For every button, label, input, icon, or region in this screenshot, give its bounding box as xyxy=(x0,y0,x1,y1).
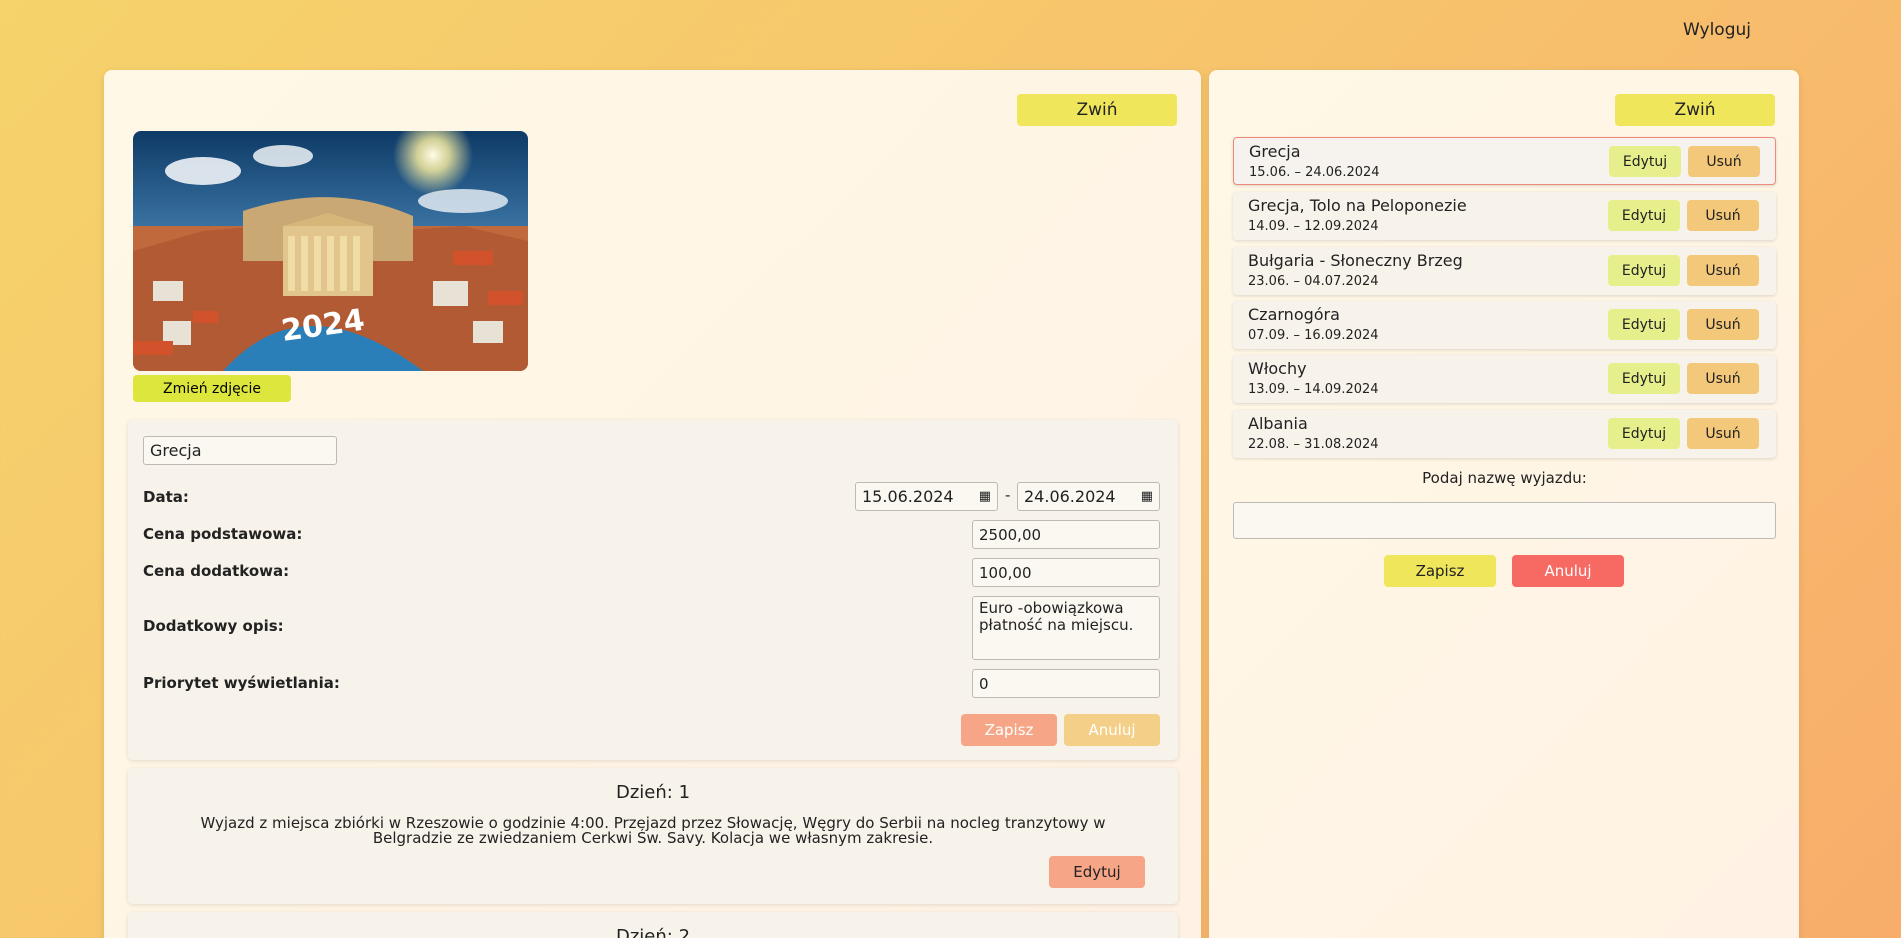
trip-list-panel: Zwiń Grecja 15.06. – 24.06.2024 Edytuj U… xyxy=(1209,70,1799,938)
delete-trip-button[interactable]: Usuń xyxy=(1687,200,1759,231)
extra-price-label: Cena dodatkowa: xyxy=(143,562,290,580)
trip-photo: 2024 xyxy=(133,131,528,371)
save-button[interactable]: Zapisz xyxy=(961,714,1057,746)
trip-name-input[interactable]: Grecja xyxy=(143,436,337,465)
date-from-input[interactable]: 15.06.2024 ▦ xyxy=(855,482,998,511)
change-photo-button[interactable]: Zmień zdjęcie xyxy=(133,375,291,402)
extra-price-input[interactable]: 100,00 xyxy=(972,558,1160,587)
cancel-new-trip-button[interactable]: Anuluj xyxy=(1512,555,1624,587)
trip-dates: 13.09. – 14.09.2024 xyxy=(1248,382,1379,397)
trip-dates: 15.06. – 24.06.2024 xyxy=(1249,165,1380,180)
date-separator: - xyxy=(1005,486,1011,504)
logout-link[interactable]: Wyloguj xyxy=(1683,20,1751,40)
delete-trip-button[interactable]: Usuń xyxy=(1687,309,1759,340)
description-textarea[interactable]: Euro -obowiązkowa płatność na miejscu. xyxy=(972,596,1160,660)
trip-list-item[interactable]: Włochy 13.09. – 14.09.2024 Edytuj Usuń xyxy=(1233,355,1776,403)
trip-dates: 14.09. – 12.09.2024 xyxy=(1248,219,1379,234)
delete-trip-button[interactable]: Usuń xyxy=(1688,146,1760,177)
date-to-input[interactable]: 24.06.2024 ▦ xyxy=(1017,482,1160,511)
collapse-button[interactable]: Zwiń xyxy=(1615,94,1775,126)
day-card: Dzień: 1 Wyjazd z miejsca zbiórki w Rzes… xyxy=(128,768,1178,904)
edit-trip-button[interactable]: Edytuj xyxy=(1608,363,1680,394)
day-title: Dzień: 2 xyxy=(615,926,691,938)
trip-dates: 07.09. – 16.09.2024 xyxy=(1248,328,1379,343)
trip-name: Włochy xyxy=(1248,359,1307,378)
trip-list-item[interactable]: Czarnogóra 07.09. – 16.09.2024 Edytuj Us… xyxy=(1233,301,1776,349)
trip-list-item[interactable]: Bułgaria - Słoneczny Brzeg 23.06. – 04.0… xyxy=(1233,247,1776,295)
description-label: Dodatkowy opis: xyxy=(143,617,284,635)
priority-input[interactable]: 0 xyxy=(972,669,1160,698)
calendar-icon[interactable]: ▦ xyxy=(979,489,991,504)
cancel-button[interactable]: Anuluj xyxy=(1064,714,1160,746)
save-new-trip-button[interactable]: Zapisz xyxy=(1384,555,1496,587)
edit-trip-button[interactable]: Edytuj xyxy=(1608,309,1680,340)
day-description: Wyjazd z miejsca zbiórki w Rzeszowie o g… xyxy=(200,814,1106,847)
trip-list-item[interactable]: Grecja 15.06. – 24.06.2024 Edytuj Usuń xyxy=(1233,137,1776,185)
collapse-button[interactable]: Zwiń xyxy=(1017,94,1177,126)
trip-editor-panel: Zwiń 2024 Zmień zdjęcie Grecja Data: 15.… xyxy=(104,70,1201,938)
edit-trip-button[interactable]: Edytuj xyxy=(1608,255,1680,286)
delete-trip-button[interactable]: Usuń xyxy=(1687,418,1759,449)
new-trip-name-input[interactable] xyxy=(1233,502,1776,539)
trip-list-item[interactable]: Grecja, Tolo na Peloponezie 14.09. – 12.… xyxy=(1233,192,1776,240)
edit-trip-button[interactable]: Edytuj xyxy=(1608,200,1680,231)
edit-trip-button[interactable]: Edytuj xyxy=(1608,418,1680,449)
base-price-label: Cena podstawowa: xyxy=(143,525,303,543)
trip-name: Grecja, Tolo na Peloponezie xyxy=(1248,196,1467,215)
day-title: Dzień: 1 xyxy=(615,782,691,803)
date-label: Data: xyxy=(143,488,189,506)
delete-trip-button[interactable]: Usuń xyxy=(1687,363,1759,394)
trip-list-item[interactable]: Albania 22.08. – 31.08.2024 Edytuj Usuń xyxy=(1233,410,1776,458)
trip-dates: 23.06. – 04.07.2024 xyxy=(1248,274,1379,289)
edit-trip-button[interactable]: Edytuj xyxy=(1609,146,1681,177)
date-to-value: 24.06.2024 xyxy=(1024,487,1116,506)
priority-label: Priorytet wyświetlania: xyxy=(143,674,340,692)
date-from-value: 15.06.2024 xyxy=(862,487,954,506)
trip-name: Bułgaria - Słoneczny Brzeg xyxy=(1248,251,1463,270)
trip-name: Czarnogóra xyxy=(1248,305,1340,324)
calendar-icon[interactable]: ▦ xyxy=(1141,489,1153,504)
base-price-input[interactable]: 2500,00 xyxy=(972,520,1160,549)
edit-day-button[interactable]: Edytuj xyxy=(1049,856,1145,888)
trip-form-card: Grecja Data: 15.06.2024 ▦ - 24.06.2024 ▦… xyxy=(128,420,1178,760)
day-card: Dzień: 2 xyxy=(128,912,1178,938)
delete-trip-button[interactable]: Usuń xyxy=(1687,255,1759,286)
trip-name: Grecja xyxy=(1249,142,1301,161)
trip-dates: 22.08. – 31.08.2024 xyxy=(1248,437,1379,452)
new-trip-prompt: Podaj nazwę wyjazdu: xyxy=(1422,469,1587,487)
trip-name: Albania xyxy=(1248,414,1308,433)
